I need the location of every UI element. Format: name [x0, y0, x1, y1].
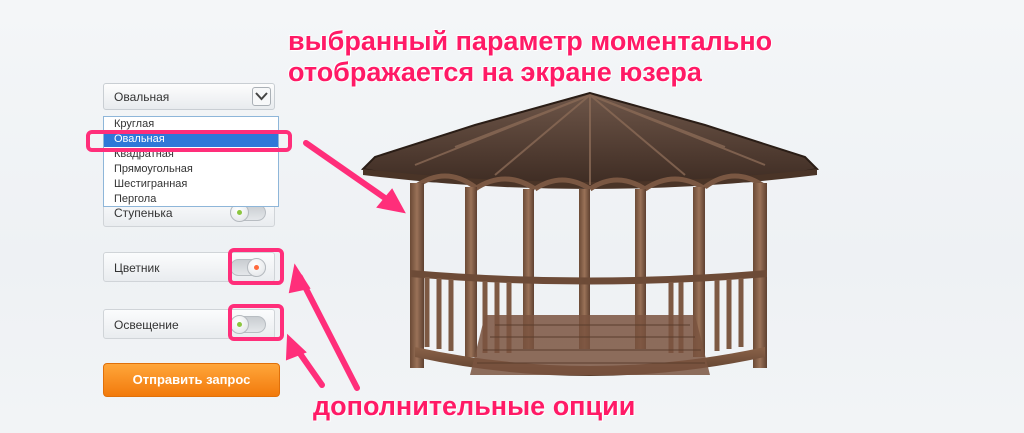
option-flowerbed-label: Цветник	[114, 261, 160, 275]
annotation-top-line1: выбранный параметр моментально	[288, 26, 773, 56]
arrow-icon	[288, 263, 311, 294]
shape-option[interactable]: Шестигранная	[104, 177, 278, 192]
highlight-toggle-lighting	[228, 304, 284, 341]
option-step-label: Ступенька	[114, 206, 173, 220]
annotation-bottom: дополнительные опции	[313, 391, 636, 421]
annotation-top: выбранный параметр моментально отображае…	[288, 26, 848, 88]
submit-request-button[interactable]: Отправить запрос	[103, 363, 280, 397]
shape-option[interactable]: Пергола	[104, 192, 278, 207]
arrow-icon	[285, 333, 307, 361]
arrow-icon	[297, 274, 360, 391]
arrow-icon	[291, 342, 325, 388]
annotation-top-line2: отображается на экране юзера	[288, 57, 702, 87]
shape-select[interactable]: Овальная	[103, 83, 275, 110]
highlight-selected-option	[86, 130, 292, 152]
gazebo-image	[360, 91, 820, 376]
option-lighting-label: Освещение	[114, 318, 179, 332]
highlight-toggle-flowerbed	[228, 248, 284, 285]
chevron-down-icon[interactable]	[252, 87, 271, 106]
shape-select-value: Овальная	[114, 90, 170, 104]
shape-option[interactable]: Прямоугольная	[104, 162, 278, 177]
